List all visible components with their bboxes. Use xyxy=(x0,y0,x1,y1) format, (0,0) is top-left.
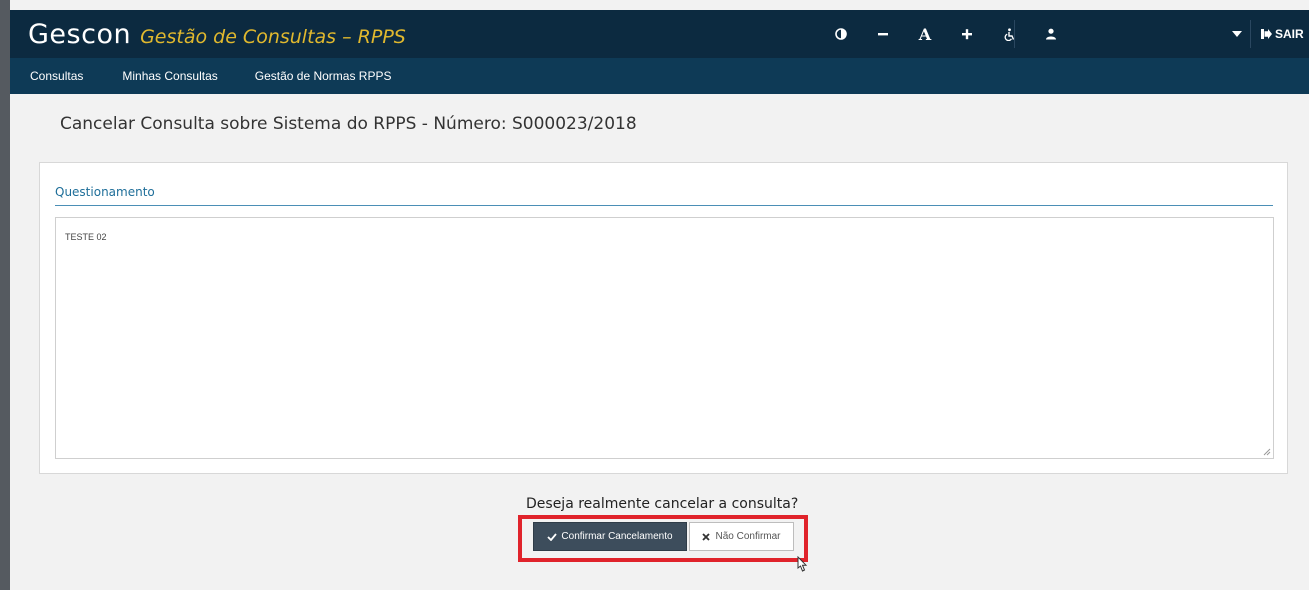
main-nav: Consultas Minhas Consultas Gestão de Nor… xyxy=(10,58,1309,94)
confirm-prompt: Deseja realmente cancelar a consulta? xyxy=(526,496,799,512)
chevron-down-icon[interactable] xyxy=(1225,10,1249,58)
mouse-cursor-icon xyxy=(797,556,808,572)
logout-icon xyxy=(1261,29,1272,39)
font-size-icon[interactable]: A xyxy=(904,10,946,58)
contrast-icon[interactable] xyxy=(820,10,862,58)
resize-handle-icon[interactable] xyxy=(1263,448,1271,456)
question-textarea[interactable]: TESTE 02 xyxy=(55,217,1274,459)
decrease-font-icon[interactable] xyxy=(862,10,904,58)
top-bar: Gescon Gestão de Consultas – RPPS A SAIR xyxy=(10,10,1309,58)
question-panel: Questionamento TESTE 02 xyxy=(39,162,1288,474)
logout-divider xyxy=(1250,20,1251,48)
nav-item-minhas-consultas[interactable]: Minhas Consultas xyxy=(122,69,217,83)
question-text: TESTE 02 xyxy=(65,232,107,242)
check-icon xyxy=(547,532,558,541)
nav-item-gestao-normas[interactable]: Gestão de Normas RPPS xyxy=(255,69,392,83)
nav-item-consultas[interactable]: Consultas xyxy=(30,69,83,83)
page-title: Cancelar Consulta sobre Sistema do RPPS … xyxy=(60,114,637,134)
confirm-button-label: Confirmar Cancelamento xyxy=(561,531,673,542)
confirm-cancel-button[interactable]: Confirmar Cancelamento xyxy=(533,522,687,551)
brand[interactable]: Gescon Gestão de Consultas – RPPS xyxy=(28,19,406,50)
logout-label: SAIR xyxy=(1275,27,1304,41)
not-confirm-button[interactable]: Não Confirmar xyxy=(689,522,794,551)
logout-button[interactable]: SAIR xyxy=(1260,10,1304,58)
increase-font-icon[interactable] xyxy=(946,10,988,58)
accessibility-icon[interactable] xyxy=(988,10,1030,58)
app-subtitle: Gestão de Consultas – RPPS xyxy=(140,25,406,48)
cancel-button-label: Não Confirmar xyxy=(715,531,781,542)
app-name: Gescon xyxy=(28,18,132,50)
close-icon xyxy=(702,532,711,541)
user-icon[interactable] xyxy=(1030,10,1072,58)
toolbar-divider xyxy=(1014,20,1015,48)
accessibility-toolbar: A xyxy=(820,10,1072,58)
section-label: Questionamento xyxy=(55,185,1273,206)
